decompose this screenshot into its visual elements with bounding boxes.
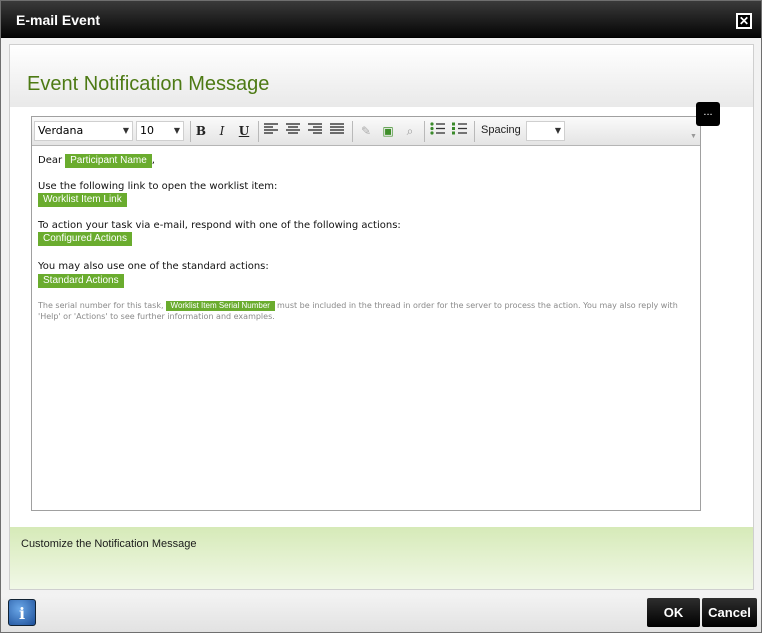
numbered-list-icon — [451, 122, 467, 135]
participant-name-token[interactable]: Participant Name — [65, 154, 152, 168]
font-family-select[interactable]: Verdana ▼ — [34, 121, 133, 141]
eraser-button[interactable]: ✎ — [357, 122, 375, 140]
ellipsis-button[interactable]: ... — [696, 102, 720, 126]
font-size-select[interactable]: 10 ▼ — [136, 121, 184, 141]
serial-number-note: The serial number for this task, Worklist… — [38, 300, 694, 322]
page-title: Event Notification Message — [27, 73, 270, 95]
worklist-link-line: Worklist Item Link — [38, 193, 127, 207]
numbered-list-button[interactable] — [450, 122, 468, 140]
eraser-icon: ✎ — [360, 124, 372, 138]
info-text: Customize the Notification Message — [21, 538, 197, 550]
align-right-icon — [308, 123, 322, 134]
rich-text-editor: Verdana ▼ 10 ▼ B I U ✎ ▣ ⌕ Spacing ▼ ▼ D… — [31, 116, 701, 511]
heading-band: Event Notification Message — [10, 45, 753, 107]
action-instruction: To action your task via e-mail, respond … — [38, 220, 401, 231]
bullet-list-button[interactable] — [428, 122, 446, 140]
align-center-icon — [286, 123, 300, 134]
toolbar-divider — [190, 121, 191, 142]
configured-actions-line: Configured Actions — [38, 232, 132, 246]
close-icon[interactable]: ✕ — [736, 13, 752, 29]
email-event-dialog: E-mail Event ✕ Event Notification Messag… — [0, 0, 762, 633]
info-band: Customize the Notification Message — [10, 527, 753, 589]
info-icon[interactable]: i — [8, 599, 36, 626]
insert-image-button[interactable]: ▣ — [379, 122, 397, 140]
toolbar-divider — [424, 121, 425, 142]
bold-button[interactable]: B — [192, 122, 210, 140]
dialog-footer: i OK Cancel — [1, 594, 761, 632]
title-bar: E-mail Event ✕ — [1, 1, 761, 38]
dialog-title: E-mail Event — [16, 12, 101, 28]
underline-button[interactable]: U — [235, 122, 253, 140]
toolbar-divider — [258, 121, 259, 142]
greeting-line: Dear Participant Name, — [38, 154, 155, 168]
cancel-button[interactable]: Cancel — [702, 598, 757, 627]
insert-image-icon: ▣ — [382, 124, 394, 138]
align-left-icon — [264, 123, 278, 134]
magnifier-icon: ⌕ — [406, 124, 414, 138]
justify-button[interactable] — [328, 122, 346, 140]
toolbar-divider — [474, 121, 475, 142]
worklist-item-serial-number-token[interactable]: Worklist Item Serial Number — [165, 301, 275, 311]
align-center-button[interactable] — [284, 122, 302, 140]
align-left-button[interactable] — [262, 122, 280, 140]
greeting-text: Dear — [38, 155, 63, 166]
italic-button[interactable]: I — [213, 122, 231, 140]
serial-note-prefix: The serial number for this task, — [38, 301, 164, 310]
link-instruction: Use the following link to open the workl… — [38, 181, 278, 192]
worklist-item-link-token[interactable]: Worklist Item Link — [38, 193, 127, 207]
font-family-value: Verdana — [38, 124, 84, 137]
toolbar-divider — [352, 121, 353, 142]
chevron-down-icon: ▼ — [173, 126, 180, 135]
align-right-button[interactable] — [306, 122, 324, 140]
configured-actions-token[interactable]: Configured Actions — [38, 232, 132, 246]
comma-text: , — [151, 155, 155, 166]
editor-toolbar: Verdana ▼ 10 ▼ B I U ✎ ▣ ⌕ Spacing ▼ ▼ — [32, 117, 700, 146]
main-panel: Event Notification Message Verdana ▼ 10 … — [9, 44, 754, 590]
standard-instruction: You may also use one of the standard act… — [38, 261, 269, 272]
chevron-down-icon: ▼ — [554, 126, 561, 135]
font-size-value: 10 — [140, 124, 154, 137]
standard-actions-token[interactable]: Standard Actions — [38, 274, 124, 288]
ok-button[interactable]: OK — [647, 598, 700, 627]
standard-actions-line: Standard Actions — [38, 274, 124, 288]
spacing-label: Spacing — [481, 124, 521, 136]
spacing-select[interactable]: ▼ — [526, 121, 565, 141]
chevron-down-icon: ▼ — [122, 126, 129, 135]
bullet-list-icon — [429, 122, 445, 135]
toolbar-collapse-icon[interactable]: ▼ — [690, 133, 697, 140]
justify-icon — [330, 123, 344, 134]
find-button[interactable]: ⌕ — [401, 122, 419, 140]
